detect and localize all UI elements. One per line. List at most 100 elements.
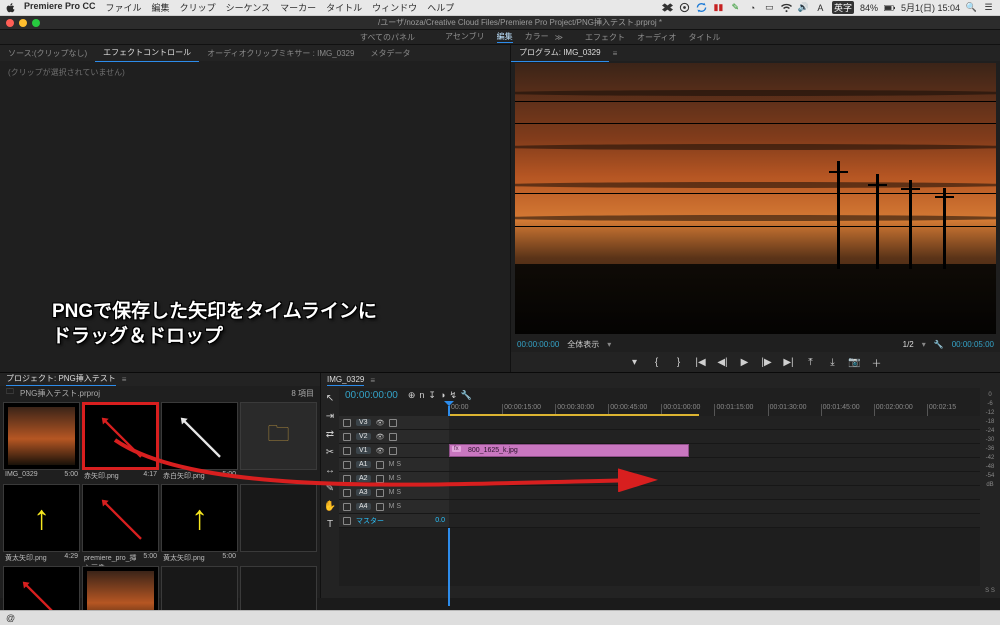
track-head-A4[interactable]: A4M S: [339, 500, 449, 513]
audio-meter[interactable]: 0-6-12-18-24-30-36-42-48-54dBS S: [980, 388, 1000, 598]
tab-audio-mixer[interactable]: オーディオクリップミキサー : IMG_0329: [199, 45, 362, 62]
mac-menubar: Premiere Pro CC ファイル 編集 クリップ シーケンス マーカー …: [0, 0, 1000, 16]
mac-bottom-bar: @: [0, 610, 1000, 625]
wifi-icon[interactable]: [781, 2, 792, 13]
timeline-sequence-name[interactable]: IMG_0329: [327, 375, 364, 386]
workspace-tab-edit[interactable]: 編集: [497, 31, 513, 43]
program-zoom-fit[interactable]: 全体表示: [567, 339, 599, 350]
wrench-icon[interactable]: 🔧: [934, 340, 944, 349]
project-item-thumb[interactable]: [3, 402, 80, 470]
timeline-tracks[interactable]: V3V2V1800_1625_k.jpgA1M SA2M SA3M SA4M S…: [339, 416, 980, 586]
tab-effect-controls[interactable]: エフェクトコントロール: [95, 44, 199, 62]
timeline-clip[interactable]: 800_1625_k.jpg: [449, 444, 689, 457]
ime-mode-indicator[interactable]: 英字: [832, 1, 854, 14]
notification-center-icon[interactable]: ☰: [983, 2, 994, 13]
volume-icon[interactable]: 🔊: [798, 2, 809, 13]
project-item-thumb[interactable]: [82, 484, 159, 552]
workspace-tab-assembly[interactable]: アセンブリ: [445, 31, 485, 43]
menu-clip[interactable]: クリップ: [180, 1, 216, 14]
type-tool-icon[interactable]: T: [324, 518, 336, 530]
extract-icon[interactable]: ⤓: [827, 356, 839, 368]
track-head-V1[interactable]: V1: [339, 444, 449, 457]
workspace-tab-effects[interactable]: エフェクト: [585, 32, 625, 43]
app-title-path: /ユーザ/noza/Creative Cloud Files/Premiere …: [378, 17, 662, 28]
pen-tool-icon[interactable]: ✎: [324, 482, 336, 494]
project-item-thumb[interactable]: ↑: [3, 484, 80, 552]
window-traffic-lights[interactable]: [6, 19, 40, 27]
tab-source[interactable]: ソース:(クリップなし): [0, 45, 95, 62]
menu-edit[interactable]: 編集: [152, 1, 170, 14]
tab-metadata[interactable]: メタデータ: [362, 45, 418, 62]
slip-tool-icon[interactable]: ↔: [324, 464, 336, 476]
workspace-tab-color[interactable]: カラー: [525, 31, 549, 43]
menu-sequence[interactable]: シーケンス: [226, 1, 271, 14]
project-panel-title[interactable]: プロジェクト: PNG挿入テスト: [6, 373, 116, 386]
project-thumbnail-grid[interactable]: IMG_03295:00赤矢印.png4:17赤白矢印.png5:00🗀↑黄太矢…: [0, 400, 320, 625]
track-select-tool-icon[interactable]: ⇥: [324, 410, 336, 422]
workspace-tab-audio[interactable]: オーディオ: [637, 32, 676, 43]
pause-rec-icon[interactable]: ▮▮: [713, 2, 724, 13]
menu-help[interactable]: ヘルプ: [427, 1, 454, 14]
project-item-thumb[interactable]: [240, 484, 317, 552]
menu-title[interactable]: タイトル: [326, 1, 362, 14]
spotlight-icon[interactable]: 🔍: [966, 2, 977, 13]
razor-tool-icon[interactable]: ✂: [324, 446, 336, 458]
evernote-icon[interactable]: ✎: [730, 2, 741, 13]
project-item-thumb[interactable]: ↑: [161, 484, 238, 552]
mac-menu-items[interactable]: Premiere Pro CC ファイル 編集 クリップ シーケンス マーカー …: [24, 1, 454, 14]
menu-window[interactable]: ウィンドウ: [372, 1, 417, 14]
project-item-thumb[interactable]: [161, 402, 238, 470]
close-window-icon[interactable]: [6, 19, 14, 27]
track-head-V2[interactable]: V2: [339, 430, 449, 443]
panel-menu-icon[interactable]: ≡: [122, 375, 127, 384]
lift-icon[interactable]: ⤒: [805, 356, 817, 368]
selection-tool-icon[interactable]: ↖: [324, 392, 336, 404]
workspace-overflow-icon[interactable]: ≫: [555, 33, 563, 42]
timeline-ruler[interactable]: 00:00:00:00 ⊕n↧◑↯🔧 00:0000:00:15:0000:00…: [339, 388, 980, 416]
menubar-clock[interactable]: 5月1(日) 15:04: [901, 1, 960, 14]
track-head-A1[interactable]: A1M S: [339, 458, 449, 471]
battery-icon[interactable]: [884, 2, 895, 13]
ripple-tool-icon[interactable]: ⇄: [324, 428, 336, 440]
app-titlebar: /ユーザ/noza/Creative Cloud Files/Premiere …: [0, 16, 1000, 30]
go-to-out-icon[interactable]: ▶|: [783, 356, 795, 368]
app-menu[interactable]: Premiere Pro CC: [24, 1, 96, 14]
play-icon[interactable]: ▶: [739, 356, 751, 368]
track-head-V3[interactable]: V3: [339, 416, 449, 429]
timeline-timecode[interactable]: 00:00:00:00: [345, 390, 398, 401]
fullscreen-window-icon[interactable]: [32, 19, 40, 27]
export-frame-icon[interactable]: 📷: [849, 356, 861, 368]
menu-marker[interactable]: マーカー: [280, 1, 316, 14]
project-item-thumb[interactable]: [82, 402, 159, 470]
display-icon[interactable]: ▭: [764, 2, 775, 13]
apple-menu-icon[interactable]: [6, 3, 16, 13]
program-preview[interactable]: [515, 63, 996, 334]
mark-in-icon[interactable]: {: [651, 356, 663, 368]
dropbox-icon[interactable]: [662, 2, 673, 13]
program-tab-menu-icon[interactable]: ≡: [613, 49, 618, 58]
button-editor-icon[interactable]: ＋: [871, 356, 883, 368]
add-marker-icon[interactable]: ▾: [629, 356, 641, 368]
mark-out-icon[interactable]: }: [673, 356, 685, 368]
track-head-master[interactable]: マスター0.0: [339, 514, 449, 527]
program-left-timecode[interactable]: 00:00:00:00: [517, 340, 559, 349]
minimize-window-icon[interactable]: [19, 19, 27, 27]
step-forward-icon[interactable]: |▶: [761, 356, 773, 368]
go-to-in-icon[interactable]: |◀: [695, 356, 707, 368]
adobe-cc-icon[interactable]: [679, 2, 690, 13]
project-item-thumb[interactable]: 🗀: [240, 402, 317, 470]
workspace-tab-titles[interactable]: タイトル: [688, 32, 720, 43]
sync-icon[interactable]: [696, 2, 707, 13]
program-title-tab[interactable]: プログラム: IMG_0329: [511, 44, 609, 62]
hand-tool-icon[interactable]: ✋: [324, 500, 336, 512]
workspace-reveal-all[interactable]: すべてのパネル: [360, 32, 415, 43]
track-head-A3[interactable]: A3M S: [339, 486, 449, 499]
program-resolution[interactable]: 1/2: [903, 340, 914, 349]
menu-file[interactable]: ファイル: [106, 1, 142, 14]
ime-kana-icon[interactable]: A: [815, 2, 826, 13]
step-back-icon[interactable]: ◀|: [717, 356, 729, 368]
clock-icon[interactable]: ◔: [747, 2, 758, 13]
track-head-A2[interactable]: A2M S: [339, 472, 449, 485]
panel-menu-icon[interactable]: ≡: [370, 376, 375, 385]
bin-icon[interactable]: 🗀: [6, 386, 14, 400]
